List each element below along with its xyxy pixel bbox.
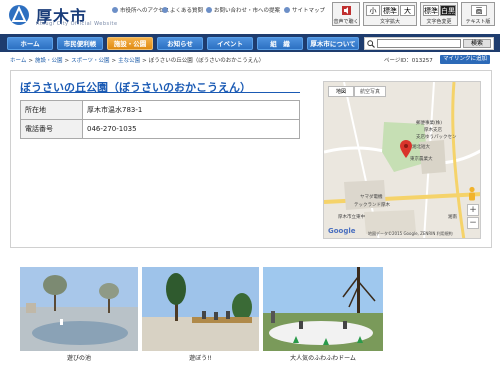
text-color-group: 標準 白黒 文字色変更 [420, 2, 458, 26]
site-header: 厚木市 Atsugi City Official Website 市役所へのアク… [0, 0, 500, 30]
text-size-large-button[interactable]: 大 [400, 5, 415, 16]
nav-facilities[interactable]: 施設・公園 [107, 37, 153, 50]
sitemap-link[interactable]: サイトマップ [284, 6, 325, 14]
nav-news[interactable]: お知らせ [157, 37, 203, 50]
breadcrumb: ホーム > 施設・公園 > スポーツ・公園 > 主な公園 > ぼうさいの丘公園（ぼうさいのおかこ… [10, 56, 264, 64]
breadcrumb-facilities[interactable]: 施設・公園 [35, 58, 63, 64]
table-row: 所在地 厚木市温水783-1 [20, 100, 300, 120]
photo-pond [20, 267, 138, 351]
bullet-icon [206, 7, 212, 13]
breadcrumb-home[interactable]: ホーム [10, 58, 26, 64]
color-standard-button[interactable]: 標準 [423, 5, 439, 16]
nav-organization[interactable]: 組 織 [257, 37, 303, 50]
text-size-standard-button[interactable]: 標準 [381, 5, 399, 16]
photo-pond-image [20, 267, 138, 351]
text-only-button[interactable]: 画 テキスト版 [461, 2, 495, 26]
map-label: 東京農業大 [410, 157, 433, 162]
nav-events[interactable]: イベント [207, 37, 253, 50]
access-link[interactable]: 市役所へのアクセス [112, 6, 169, 14]
contact-link[interactable]: お問い合わせ・市への提案 [206, 6, 280, 14]
bullet-icon [284, 7, 290, 13]
search-icon [367, 40, 375, 48]
table-row: 電話番号 046-270-1035 [20, 119, 300, 139]
text-color-caption: 文字色変更 [426, 19, 452, 25]
breadcrumb-current: ぼうさいの丘公園（ぼうさいのおかこうえん） [148, 58, 265, 64]
map-copyright[interactable]: 地図データ©2015 Google, ZENRIN 利用規約 [368, 231, 453, 237]
map-tab-map[interactable]: 地図 [328, 86, 354, 97]
address-label: 所在地 [20, 100, 83, 120]
page-id-label: ページID：013257 [384, 58, 433, 64]
faq-link[interactable]: よくある質問 [162, 6, 203, 14]
zoom-out-button[interactable]: − [467, 217, 479, 229]
main-content: ぼうさいの丘公園（ぼうさいのおかこうえん） 所在地 厚木市温水783-1 電話番… [10, 70, 492, 248]
color-white-button[interactable]: 白黒 [440, 5, 456, 16]
breadcrumb-sports-parks[interactable]: スポーツ・公園 [71, 58, 109, 64]
zoom-in-button[interactable]: + [467, 204, 479, 216]
add-mylink-button[interactable]: マイリンクに追加 [440, 55, 490, 64]
google-map[interactable]: 地図 航空写真 郵便事業(株) 厚木支店 支店ゆうパックセン 湘北短大 東京農業… [323, 81, 481, 239]
text-size-small-button[interactable]: 小 [366, 5, 380, 16]
voice-read-label: 音声で聴く [333, 19, 359, 25]
text-only-caption: テキスト版 [465, 19, 491, 25]
address-value: 厚木市温水783-1 [82, 100, 300, 120]
phone-label: 電話番号 [20, 119, 83, 139]
photo-dome [263, 267, 383, 351]
speaker-icon [342, 6, 351, 15]
photo-play [142, 267, 259, 351]
breadcrumb-main-parks[interactable]: 主な公園 [118, 58, 140, 64]
bullet-icon [162, 7, 168, 13]
bullet-icon [112, 7, 118, 13]
map-label: 厚木支店 [424, 128, 442, 133]
breadcrumb-separator: > [142, 58, 147, 64]
photo-dome-image [263, 267, 383, 351]
voice-read-button[interactable]: 音声で聴く [332, 2, 360, 26]
city-logo-icon[interactable] [8, 4, 30, 26]
title-underline [20, 92, 300, 93]
search-input[interactable] [377, 39, 461, 48]
breadcrumb-separator: > [28, 58, 33, 64]
map-label: ヤマダ電機 [360, 195, 383, 200]
nav-citizen-guide[interactable]: 市民便利帳 [57, 37, 103, 50]
photo-pond-caption: 遊びの池 [66, 355, 91, 362]
photo-play-image [142, 267, 259, 351]
phone-value: 046-270-1035 [82, 119, 300, 139]
global-nav: ホーム 市民便利帳 施設・公園 お知らせ イベント 組 織 厚木市について 検索 [0, 34, 500, 52]
map-label: 湘北短大 [412, 145, 430, 150]
text-size-group: 小 標準 大 文字拡大 [363, 2, 417, 26]
map-marker-icon[interactable] [400, 140, 412, 158]
nav-home[interactable]: ホーム [7, 37, 53, 50]
pegman-icon[interactable] [466, 186, 478, 202]
breadcrumb-separator: > [64, 58, 70, 64]
nav-about-city[interactable]: 厚木市について [307, 37, 359, 50]
google-logo: Google [328, 227, 356, 235]
photo-dome-caption: 大人気のふわふわドーム [290, 355, 356, 362]
map-tab-satellite[interactable]: 航空写真 [354, 86, 386, 97]
map-label: 郵便事業(株) [416, 121, 443, 126]
map-label: 湘南 [448, 215, 457, 220]
text-size-caption: 文字拡大 [379, 19, 400, 25]
map-label: テックランド厚木 [354, 203, 390, 208]
map-label: 厚木市立東中 [338, 215, 365, 220]
search-box: 検索 [364, 37, 494, 50]
park-info-table: 所在地 厚木市温水783-1 電話番号 046-270-1035 [20, 100, 300, 139]
search-button[interactable]: 検索 [463, 39, 491, 48]
map-label: 支店ゆうパックセン [416, 135, 457, 140]
text-only-icon: 画 [471, 5, 487, 16]
photo-play-caption: 遊ぼう!! [189, 355, 212, 362]
breadcrumb-bar: ホーム > 施設・公園 > スポーツ・公園 > 主な公園 > ぼうさいの丘公園（ぼうさいのおかこ… [0, 55, 500, 65]
site-logo-subtitle: Atsugi City Official Website [36, 21, 118, 27]
breadcrumb-separator: > [111, 58, 117, 64]
